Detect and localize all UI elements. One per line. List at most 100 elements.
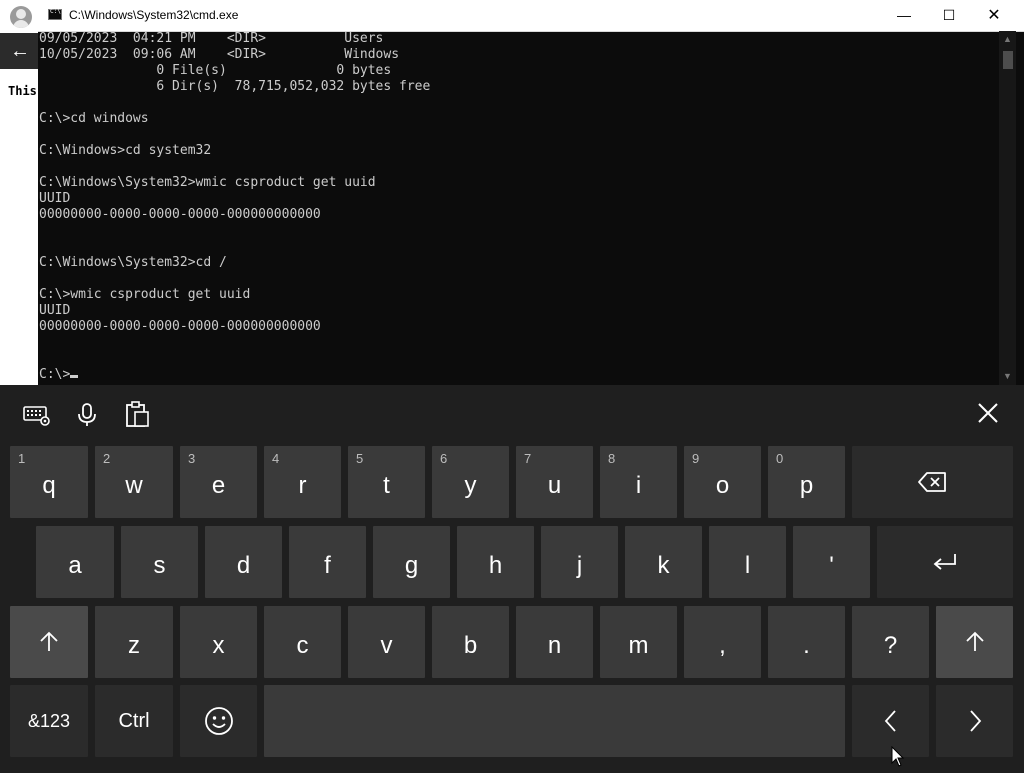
console-line: 00000000-0000-0000-0000-000000000000 — [39, 207, 321, 222]
key-d[interactable]: d — [205, 526, 282, 598]
key-period[interactable]: . — [768, 606, 845, 678]
key-v[interactable]: v — [348, 606, 425, 678]
key-label: x — [212, 632, 225, 659]
scroll-up-icon[interactable]: ▲ — [999, 31, 1016, 48]
console-line: UUID — [39, 191, 71, 206]
key-z[interactable]: z — [95, 606, 173, 678]
maximize-button[interactable]: ☐ — [926, 0, 972, 31]
key-m[interactable]: m — [600, 606, 677, 678]
console-line: 6 Dir(s) 78,715,052,032 bytes free — [39, 79, 431, 94]
key-label: h — [488, 552, 503, 579]
console-line: C:\Windows\System32>cd / — [39, 255, 227, 270]
key-question[interactable]: ? — [852, 606, 929, 678]
scroll-thumb[interactable] — [1003, 51, 1013, 69]
scroll-down-icon[interactable]: ▼ — [999, 368, 1016, 385]
key-label: a — [68, 552, 82, 579]
key-t[interactable]: 5t — [348, 446, 425, 518]
key-label: ? — [883, 632, 898, 659]
key-label: y — [464, 472, 477, 499]
enter-key[interactable] — [877, 526, 1013, 598]
key-comma[interactable]: , — [684, 606, 761, 678]
key-label: ' — [829, 552, 834, 579]
key-e[interactable]: 3e — [180, 446, 257, 518]
key-label: . — [803, 632, 810, 659]
emoji-key[interactable] — [180, 685, 257, 757]
background-window: ← This — [0, 0, 40, 385]
keyboard-close-icon[interactable] — [972, 397, 1004, 429]
shift-icon — [936, 606, 1013, 678]
key-g[interactable]: g — [373, 526, 450, 598]
key-label — [264, 685, 845, 757]
key-l[interactable]: l — [709, 526, 786, 598]
ctrl-key[interactable]: Ctrl — [95, 685, 173, 757]
title-bar[interactable]: C:\Windows\System32\cmd.exe — ☐ ✕ — [38, 0, 1024, 32]
microphone-icon[interactable] — [70, 399, 104, 429]
backspace-icon — [852, 446, 1013, 518]
key-label: g — [404, 552, 419, 579]
key-r[interactable]: 4r — [264, 446, 341, 518]
keyboard-settings-icon[interactable] — [20, 399, 54, 429]
console-prompt-line[interactable]: C:\> — [39, 367, 999, 383]
window-title: C:\Windows\System32\cmd.exe — [69, 8, 239, 22]
key-label: t — [383, 472, 390, 499]
space-key[interactable] — [264, 685, 845, 757]
key-u[interactable]: 7u — [516, 446, 593, 518]
avatar-icon[interactable] — [10, 6, 32, 28]
key-label: m — [628, 632, 649, 659]
minimize-button[interactable]: — — [881, 0, 927, 31]
key-w[interactable]: 2w — [95, 446, 173, 518]
console-line: C:\>wmic csproduct get uuid — [39, 287, 251, 302]
key-label: , — [719, 632, 726, 659]
shift-right-key[interactable] — [936, 606, 1013, 678]
key-label: u — [547, 472, 562, 499]
mouse-pointer-icon — [891, 745, 905, 768]
backspace-key[interactable] — [852, 446, 1013, 518]
key-label: &123 — [27, 710, 71, 731]
back-arrow-icon[interactable]: ← — [0, 33, 40, 69]
key-apostrophe[interactable]: ' — [793, 526, 870, 598]
arrow-right-key[interactable] — [936, 685, 1013, 757]
key-label: z — [128, 632, 140, 659]
key-q[interactable]: 1q — [10, 446, 88, 518]
shift-icon — [10, 606, 88, 678]
key-f[interactable]: f — [289, 526, 366, 598]
key-o[interactable]: 9o — [684, 446, 761, 518]
clipboard-icon[interactable] — [120, 399, 154, 429]
key-p[interactable]: 0p — [768, 446, 845, 518]
key-a[interactable]: a — [36, 526, 114, 598]
key-label: l — [744, 552, 751, 579]
key-label: d — [236, 552, 251, 579]
console-output[interactable]: 09/05/2023 04:21 PM <DIR> Users 10/05/202… — [39, 31, 999, 385]
key-j[interactable]: j — [541, 526, 618, 598]
chevron-right-icon — [936, 685, 1013, 757]
cmd-app-icon — [48, 8, 62, 20]
key-h[interactable]: h — [457, 526, 534, 598]
console-scrollbar[interactable]: ▲ ▼ — [999, 31, 1016, 385]
key-label: f — [324, 552, 331, 579]
key-label: k — [657, 552, 670, 579]
key-label: Ctrl — [118, 709, 150, 732]
key-x[interactable]: x — [180, 606, 257, 678]
shift-left-key[interactable] — [10, 606, 88, 678]
symbols-key[interactable]: &123 — [10, 685, 88, 757]
key-b[interactable]: b — [432, 606, 509, 678]
console-line: UUID — [39, 303, 71, 318]
console-prompt: C:\> — [39, 367, 71, 382]
key-label: b — [463, 632, 478, 659]
emoji-icon — [180, 685, 257, 757]
key-label: p — [799, 472, 814, 499]
key-label: c — [296, 632, 309, 659]
key-c[interactable]: c — [264, 606, 341, 678]
key-i[interactable]: 8i — [600, 446, 677, 518]
key-y[interactable]: 6y — [432, 446, 509, 518]
key-s[interactable]: s — [121, 526, 198, 598]
cmd-window: C:\Windows\System32\cmd.exe — ☐ ✕ 09/05/… — [38, 0, 1024, 385]
key-k[interactable]: k — [625, 526, 702, 598]
key-n[interactable]: n — [516, 606, 593, 678]
close-button[interactable]: ✕ — [971, 0, 1017, 31]
